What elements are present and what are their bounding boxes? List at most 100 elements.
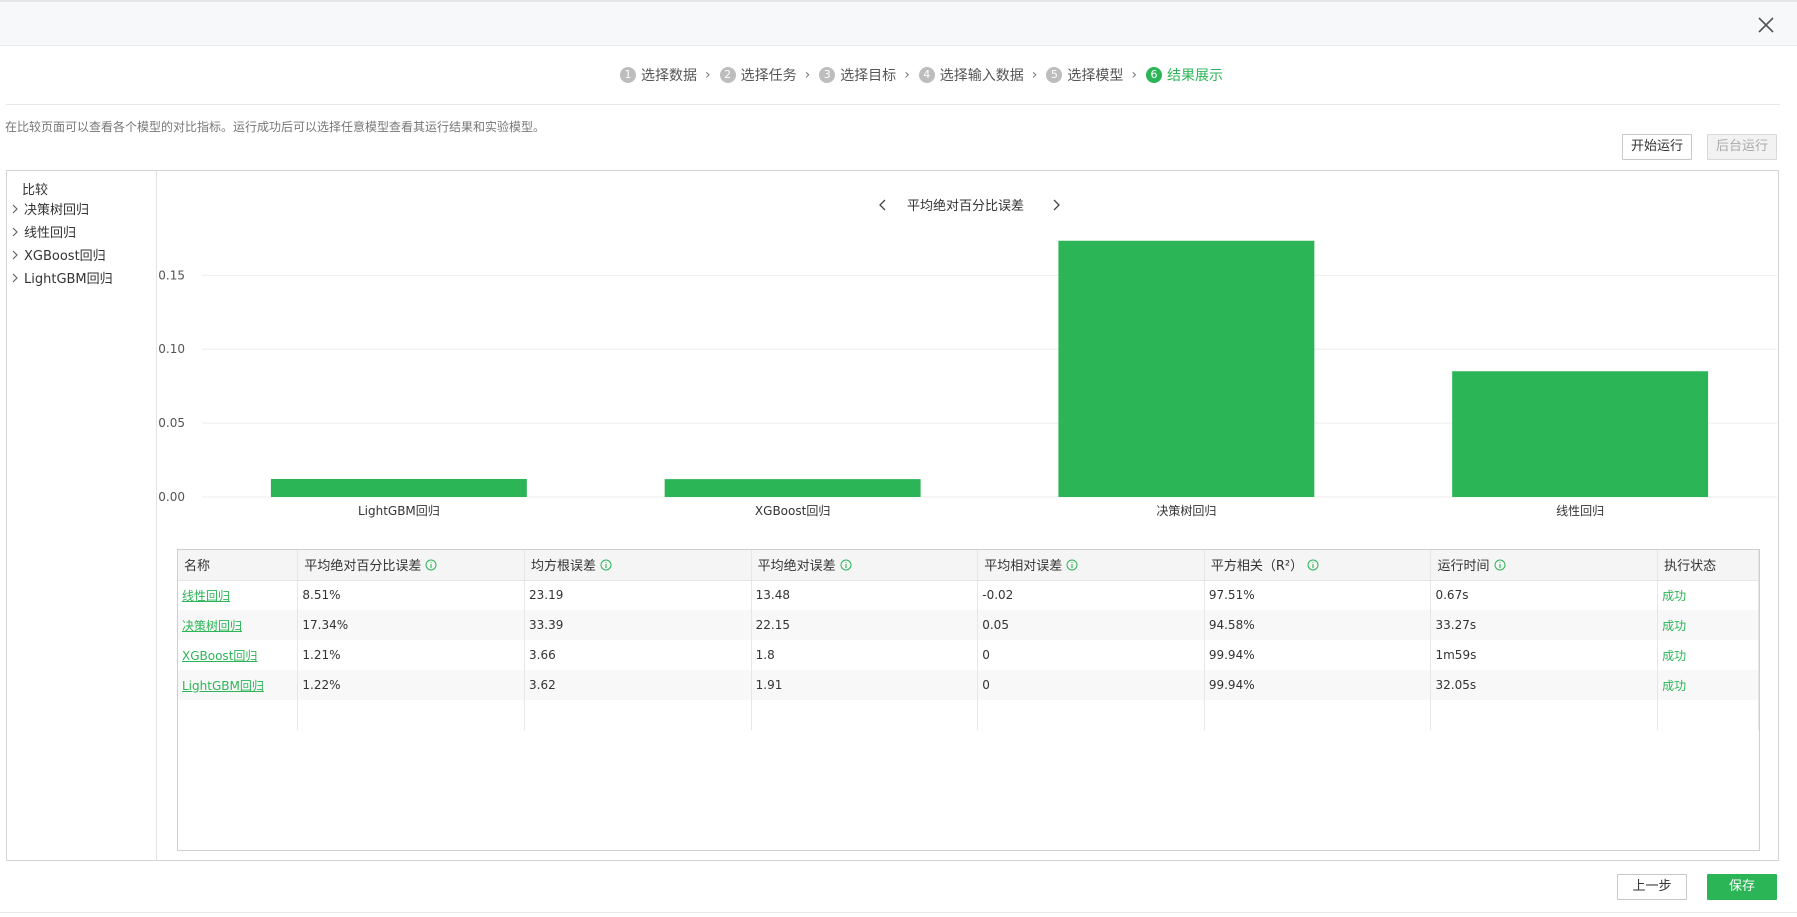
previous-step-button[interactable]: 上一步 xyxy=(1617,874,1687,900)
metric-cell: 94.58% xyxy=(1204,610,1432,640)
model-link[interactable]: 决策树回归 xyxy=(182,619,242,633)
metric-cell: 0 xyxy=(977,640,1205,670)
metrics-table: 名称 平均绝对百分比误差 均方根误差 平均绝对误差 平均相对误差 平方相关（R²） 运行时间… xyxy=(177,549,1760,851)
empty-cell xyxy=(1204,700,1432,730)
column-header: 平均绝对误差 xyxy=(751,550,979,581)
model-name-cell: 决策树回归 xyxy=(178,610,299,640)
empty-cell xyxy=(178,700,299,730)
close-icon[interactable] xyxy=(1757,16,1775,34)
status-cell: 成功 xyxy=(1657,610,1759,640)
metric-cell: 22.15 xyxy=(751,610,979,640)
column-header-label: 均方根误差 xyxy=(531,559,597,575)
empty-cell xyxy=(524,700,752,730)
column-header: 平均绝对百分比误差 xyxy=(297,550,526,581)
y-tick-label: 0.05 xyxy=(158,416,185,430)
metric-cell: 33.39 xyxy=(524,610,752,640)
page-description: 在比较页面可以查看各个模型的对比指标。运行成功后可以选择任意模型查看其运行结果和… xyxy=(5,120,546,134)
chevron-right-icon[interactable] xyxy=(10,226,20,238)
tree-item-label: 决策树回归 xyxy=(24,203,90,218)
metric-cell: 0.05 xyxy=(977,610,1205,640)
metric-cell: 23.19 xyxy=(524,580,752,610)
results-panel: 比较 决策树回归 线性回归 XGBoost回归 LightGBM回归 平均绝对百分比误… xyxy=(6,170,1779,861)
model-link[interactable]: XGBoost回归 xyxy=(182,649,257,663)
metric-cell: 1.91 xyxy=(751,670,979,700)
column-header-label: 名称 xyxy=(184,559,211,575)
tree-item-2[interactable]: XGBoost回归 xyxy=(10,245,106,264)
info-icon[interactable] xyxy=(840,559,852,571)
model-name-cell: XGBoost回归 xyxy=(178,640,299,670)
column-header-label: 平方相关（R²） xyxy=(1210,559,1304,575)
tree-item-label: XGBoost回归 xyxy=(24,249,106,264)
column-header-label: 运行时间 xyxy=(1437,559,1490,575)
tree-item-1[interactable]: 线性回归 xyxy=(10,222,76,241)
empty-cell xyxy=(977,700,1205,730)
column-header: 执行状态 xyxy=(1657,550,1759,581)
tree-item-label: 线性回归 xyxy=(24,226,77,241)
model-tree: 比较 决策树回归线性回归 XGBoost回归 LightGBM回归 xyxy=(7,171,157,860)
chevron-right-icon: › xyxy=(1131,67,1138,83)
metric-cell: 3.66 xyxy=(524,640,752,670)
bar xyxy=(270,478,527,497)
model-link[interactable]: 线性回归 xyxy=(182,589,230,603)
x-tick-label: XGBoost回归 xyxy=(755,504,830,518)
table-row-empty xyxy=(178,700,1759,730)
step-number-icon: 5 xyxy=(1046,67,1063,83)
table-row: LightGBM回归 1.22% 3.62 1.91 0 99.94% 32.05s 成功 xyxy=(178,670,1759,700)
start-run-button[interactable]: 开始运行 xyxy=(1622,134,1692,160)
step-4[interactable]: 4 选择输入数据 › xyxy=(918,65,1047,85)
info-icon[interactable] xyxy=(600,559,612,571)
x-tick-label: 线性回归 xyxy=(1556,504,1604,518)
model-link[interactable]: LightGBM回归 xyxy=(182,679,264,693)
step-3[interactable]: 3 选择目标 › xyxy=(819,65,919,85)
step-label: 选择数据 xyxy=(640,68,697,84)
chevron-right-icon[interactable] xyxy=(10,272,20,284)
info-icon[interactable] xyxy=(1494,559,1506,571)
status-cell: 成功 xyxy=(1657,580,1759,610)
metric-cell: 97.51% xyxy=(1204,580,1432,610)
tree-item-3[interactable]: LightGBM回归 xyxy=(10,268,113,287)
table-row: 线性回归 8.51% 23.19 13.48 -0.02 97.51% 0.67s 成功 xyxy=(178,580,1759,610)
column-header: 名称 xyxy=(178,550,299,581)
chevron-left-icon[interactable] xyxy=(877,198,889,212)
chevron-right-icon[interactable] xyxy=(1050,198,1062,212)
model-name-cell: LightGBM回归 xyxy=(178,670,299,700)
metric-cell: 8.51% xyxy=(297,580,526,610)
step-1[interactable]: 1 选择数据 › xyxy=(619,65,720,85)
metric-cell: 1.22% xyxy=(297,670,526,700)
x-tick-label: LightGBM回归 xyxy=(358,504,440,518)
table-row: XGBoost回归 1.21% 3.66 1.8 0 99.94% 1m59s 成功 xyxy=(178,640,1759,670)
metric-cell: 0.67s xyxy=(1430,580,1659,610)
step-label: 选择模型 xyxy=(1067,68,1124,84)
column-header-label: 平均绝对误差 xyxy=(757,559,836,575)
column-header-label: 执行状态 xyxy=(1664,559,1717,575)
metric-cell: 3.62 xyxy=(524,670,752,700)
info-icon[interactable] xyxy=(1066,559,1078,571)
chevron-right-icon[interactable] xyxy=(10,249,20,261)
metric-cell: -0.02 xyxy=(977,580,1205,610)
info-icon[interactable] xyxy=(1307,559,1319,571)
step-5[interactable]: 5 选择模型 › xyxy=(1046,65,1146,85)
chevron-right-icon[interactable] xyxy=(10,203,20,215)
tree-root-compare[interactable]: 比较 xyxy=(22,179,48,198)
step-2[interactable]: 2 选择任务 › xyxy=(719,65,820,85)
model-name-cell: 线性回归 xyxy=(178,580,299,610)
step-label: 选择目标 xyxy=(840,68,897,84)
empty-cell xyxy=(1657,700,1759,730)
step-number-icon: 6 xyxy=(1146,67,1163,83)
metric-cell: 1.8 xyxy=(751,640,979,670)
metric-cell: 0 xyxy=(977,670,1205,700)
tree-item-0[interactable]: 决策树回归 xyxy=(10,199,89,218)
empty-cell xyxy=(1430,700,1659,730)
step-number-icon: 1 xyxy=(619,67,636,83)
metric-cell: 1.21% xyxy=(297,640,526,670)
step-6[interactable]: 6 结果展示 xyxy=(1146,65,1223,85)
info-icon[interactable] xyxy=(425,559,437,571)
column-header-label: 平均绝对百分比误差 xyxy=(304,559,422,575)
save-button[interactable]: 保存 xyxy=(1707,874,1777,900)
step-label: 选择输入数据 xyxy=(939,68,1024,84)
metric-cell: 32.05s xyxy=(1430,670,1659,700)
column-header: 平均相对误差 xyxy=(977,550,1205,581)
background-run-button[interactable]: 后台运行 xyxy=(1707,134,1777,160)
status-cell: 成功 xyxy=(1657,670,1759,700)
chevron-right-icon: › xyxy=(1031,67,1038,83)
